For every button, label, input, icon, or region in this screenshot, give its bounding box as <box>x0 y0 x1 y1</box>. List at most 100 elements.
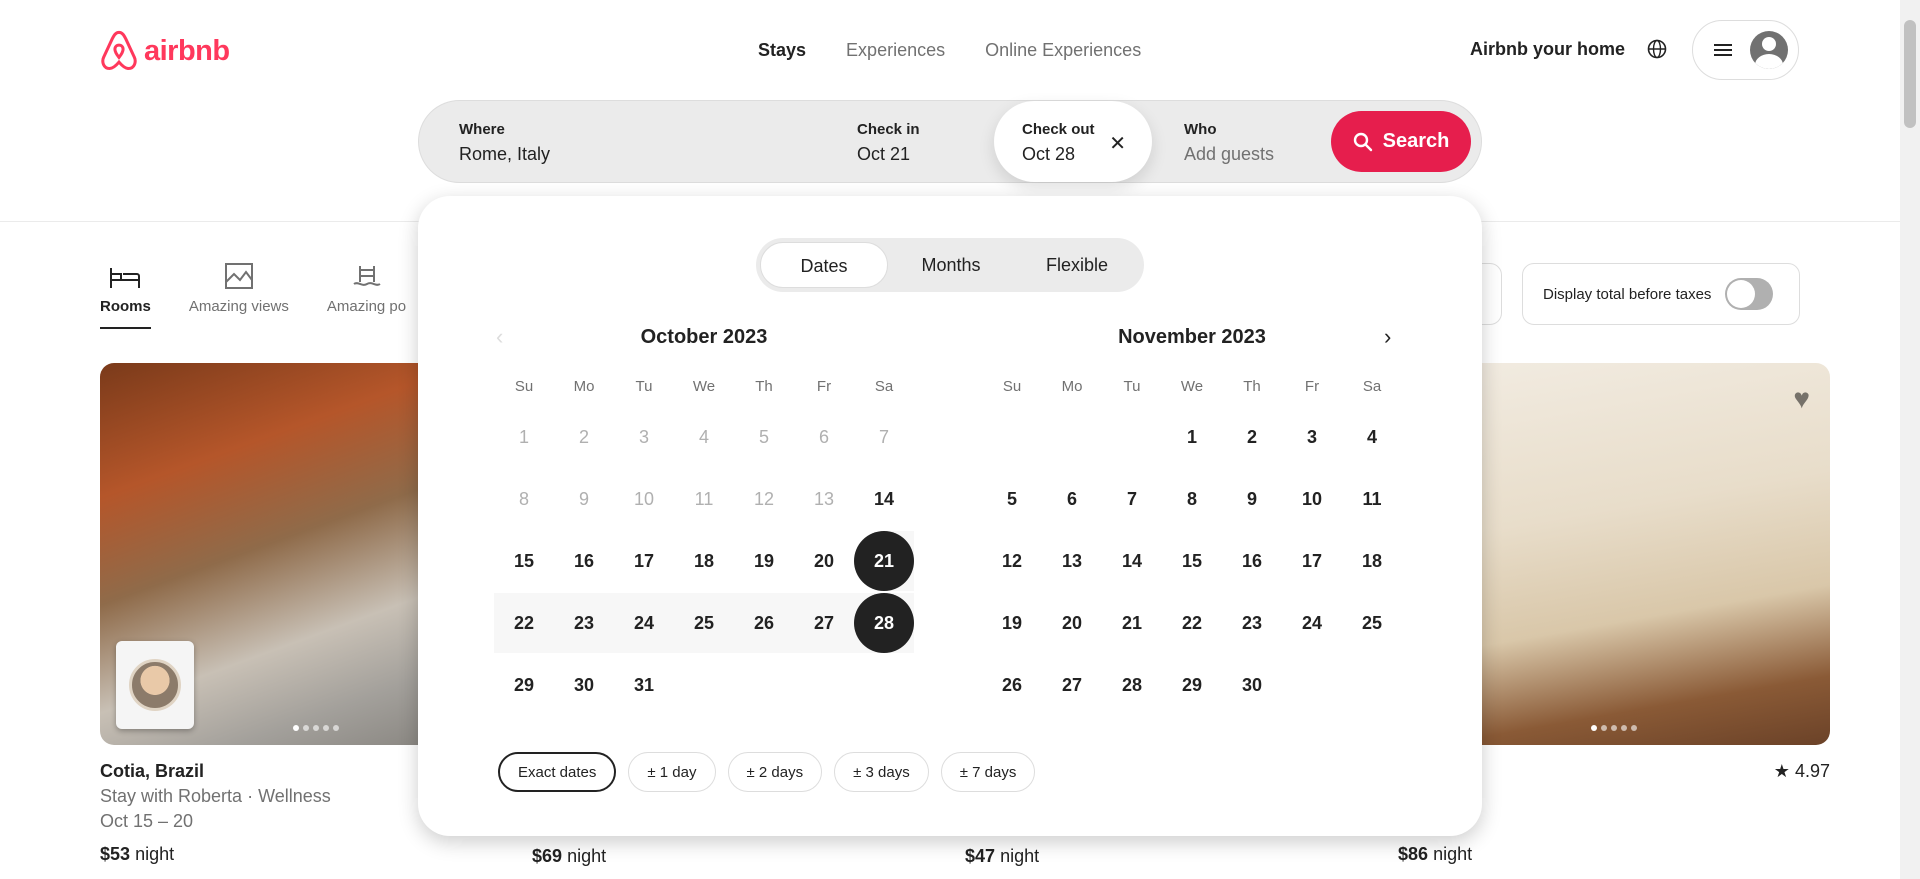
weekday-label: Tu <box>635 378 653 395</box>
calendar-day[interactable]: 15 <box>494 531 554 591</box>
calendar-day[interactable]: 10 <box>1282 469 1342 529</box>
calendar-day[interactable]: 19 <box>982 593 1042 653</box>
where-field[interactable]: Where Rome, Italy <box>459 101 839 182</box>
calendar-day[interactable]: 29 <box>494 655 554 715</box>
calendar-day[interactable]: 22 <box>494 593 554 653</box>
calendar-day[interactable]: 7 <box>1102 469 1162 529</box>
calendar-day[interactable]: 3 <box>1282 407 1342 467</box>
calendar-day[interactable]: 17 <box>614 531 674 591</box>
calendar-day[interactable]: 23 <box>1222 593 1282 653</box>
price-unit: night <box>1433 844 1473 864</box>
calendar-day[interactable]: 24 <box>1282 593 1342 653</box>
calendar-day[interactable]: 16 <box>554 531 614 591</box>
calendar-day[interactable]: 28 <box>1102 655 1162 715</box>
airbnb-your-home-link[interactable]: Airbnb your home <box>1470 39 1625 60</box>
tab-dates[interactable]: Dates <box>760 242 888 288</box>
calendar-day[interactable]: 15 <box>1162 531 1222 591</box>
flex-date-chip[interactable]: ± 2 days <box>727 752 823 792</box>
tab-online-experiences[interactable]: Online Experiences <box>985 40 1141 61</box>
calendar-day[interactable]: 25 <box>1342 593 1402 653</box>
month-title: November 2023 <box>1118 326 1266 348</box>
calendar-day[interactable]: 19 <box>734 531 794 591</box>
star-icon: ★ <box>1773 761 1790 781</box>
calendar-day[interactable]: 14 <box>1102 531 1162 591</box>
listing-price: $69 <box>532 846 563 866</box>
calendar-day[interactable]: 18 <box>674 531 734 591</box>
calendar-day[interactable]: 11 <box>1342 469 1402 529</box>
calendar-day[interactable]: 5 <box>982 469 1042 529</box>
flex-date-chip[interactable]: Exact dates <box>498 752 617 792</box>
calendar-day[interactable]: 21 <box>1102 593 1162 653</box>
display-total-toggle-row[interactable]: Display total before taxes <box>1522 263 1800 325</box>
calendar-day[interactable]: 21 <box>854 531 914 591</box>
photo-dots <box>293 725 339 731</box>
scrollbar[interactable] <box>1900 0 1920 879</box>
calendar-day[interactable]: 17 <box>1282 531 1342 591</box>
weekday-header: Su Mo Tu We Th Fr Sa <box>982 378 1402 395</box>
calendar-day[interactable]: 22 <box>1162 593 1222 653</box>
category-rooms[interactable]: Rooms <box>100 262 151 329</box>
calendar-day[interactable]: 26 <box>734 593 794 653</box>
checkin-field[interactable]: Check in Oct 21 <box>857 101 977 182</box>
search-button[interactable]: Search <box>1331 111 1471 172</box>
calendar-day[interactable]: 31 <box>614 655 674 715</box>
flex-date-chip[interactable]: ± 3 days <box>834 752 929 792</box>
flex-date-chip[interactable]: ± 7 days <box>940 752 1036 792</box>
scrollbar-thumb[interactable] <box>1904 20 1916 128</box>
display-total-toggle[interactable] <box>1725 278 1774 310</box>
calendar-day[interactable]: 24 <box>614 593 674 653</box>
landscape-icon <box>224 263 253 289</box>
calendar-day[interactable]: 9 <box>1222 469 1282 529</box>
calendar-day[interactable]: 4 <box>1342 407 1402 467</box>
weekday-label: Mo <box>1061 378 1083 395</box>
calendar-day[interactable]: 18 <box>1342 531 1402 591</box>
calendar-day[interactable]: 28 <box>854 593 914 653</box>
tab-stays[interactable]: Stays <box>758 40 806 61</box>
weekday-header: Su Mo Tu We Th Fr Sa <box>494 378 914 395</box>
listing-price-row: $69 night <box>532 846 606 867</box>
globe-icon[interactable] <box>1647 39 1667 64</box>
calendar-day[interactable]: 16 <box>1222 531 1282 591</box>
who-field[interactable]: Who Add guests <box>1184 101 1354 182</box>
day-grid: 1 2 3 4 5 6 7 8 9 10 11 12 13 14 15 16 17 18 19 20 21 22 23 24 2… <box>982 407 1402 717</box>
calendar-day[interactable]: 30 <box>554 655 614 715</box>
flex-date-chip[interactable]: ± 1 day <box>628 752 716 792</box>
category-amazing-pools[interactable]: Amazing po <box>327 262 406 329</box>
calendar-day[interactable]: 13 <box>1042 531 1102 591</box>
user-menu-button[interactable] <box>1692 20 1799 80</box>
airbnb-logo[interactable]: airbnb <box>100 30 230 72</box>
tab-experiences[interactable]: Experiences <box>846 40 945 61</box>
checkout-value: Oct 28 <box>1022 144 1076 164</box>
weekday-label: Sa <box>1362 378 1382 395</box>
calendar-day[interactable]: 20 <box>794 531 854 591</box>
weekday-label: Su <box>514 378 534 395</box>
calendar-day[interactable]: 27 <box>1042 655 1102 715</box>
tab-months[interactable]: Months <box>888 242 1014 288</box>
calendar-day[interactable]: 1 <box>1162 407 1222 467</box>
checkout-field[interactable]: Check out Oct 28 ✕ <box>994 101 1152 182</box>
calendar-day[interactable]: 12 <box>982 531 1042 591</box>
calendar-day[interactable]: 30 <box>1222 655 1282 715</box>
price-unit: night <box>135 844 175 864</box>
day-blank <box>1042 407 1102 469</box>
calendar-day[interactable]: 23 <box>554 593 614 653</box>
calendar-day[interactable]: 29 <box>1162 655 1222 715</box>
calendar-day: 10 <box>633 488 655 509</box>
calendar-day[interactable]: 6 <box>1042 469 1102 529</box>
calendar-day[interactable]: 26 <box>982 655 1042 715</box>
calendar-day[interactable]: 2 <box>1222 407 1282 467</box>
tab-flexible[interactable]: Flexible <box>1014 242 1140 288</box>
listing-price-row: $53 night <box>100 844 532 865</box>
avatar <box>1750 31 1788 69</box>
clear-dates-close-icon[interactable]: ✕ <box>1109 131 1126 156</box>
heart-icon[interactable]: ♥ <box>1793 383 1810 415</box>
page: airbnb Stays Experiences Online Experien… <box>0 0 1920 879</box>
calendar-day[interactable]: 25 <box>674 593 734 653</box>
calendar-day[interactable]: 8 <box>1162 469 1222 529</box>
calendar-day: 11 <box>694 488 714 509</box>
category-amazing-views[interactable]: Amazing views <box>189 262 289 329</box>
calendar-day[interactable]: 14 <box>854 469 914 529</box>
calendar-day[interactable]: 27 <box>794 593 854 653</box>
calendar-day[interactable]: 20 <box>1042 593 1102 653</box>
where-value[interactable]: Rome, Italy <box>459 144 839 165</box>
